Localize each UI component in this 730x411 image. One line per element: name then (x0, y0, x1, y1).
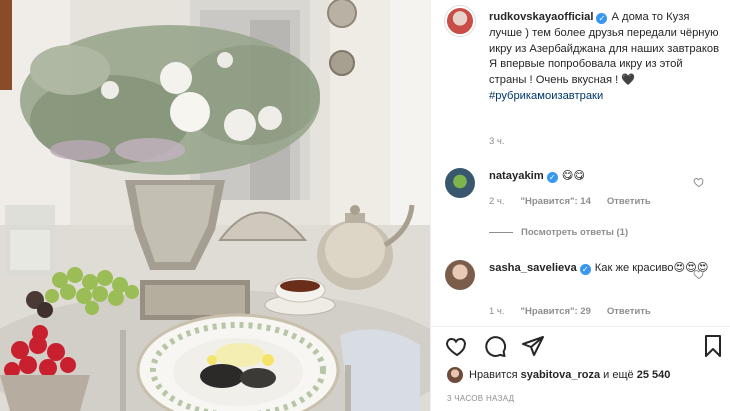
comment-2-meta: 1 ч. "Нравится": 29 Ответить (489, 306, 651, 317)
comment-1-likes[interactable]: "Нравится": 14 (521, 196, 591, 207)
caption-text-2: Я впервые попробовала икру из этой стран… (489, 58, 683, 87)
comment-1-text: 😋😋 (561, 170, 586, 182)
verified-badge-icon: ✓ (579, 264, 591, 275)
post-time: 3 ч. (489, 136, 505, 147)
replies-divider-line (489, 232, 513, 233)
comment-1-time: 2 ч. (489, 196, 505, 207)
post-caption: rudkovskayaofficial ✓ А дома то Кузя лучше… (489, 10, 721, 105)
verified-badge-icon: ✓ (596, 13, 608, 24)
posted-ago: 3 ЧАСОВ НАЗАД (447, 394, 515, 403)
hashtag-link[interactable]: #рубрикамоизавтраки (489, 90, 603, 102)
actions-divider (431, 326, 730, 327)
likes-summary[interactable]: Нравится syabitova_roza и ещё 25 540 (447, 367, 670, 383)
heart-icon[interactable] (445, 334, 469, 358)
author-avatar[interactable] (445, 6, 475, 36)
post-side-panel: rudkovskayaofficial ✓ А дома то Кузя лучше… (430, 0, 730, 411)
view-replies-label: Посмотреть ответы (1) (521, 227, 629, 238)
liked-by-user[interactable]: syabitova_roza (521, 369, 600, 381)
comment-2-username[interactable]: sasha_savelieva (489, 262, 577, 274)
author-username[interactable]: rudkovskayaofficial (489, 11, 593, 23)
liked-by-count[interactable]: 25 540 (637, 369, 671, 381)
liker-avatar (447, 367, 463, 383)
comment-2-like-heart-icon[interactable] (693, 268, 705, 280)
comment-2-likes[interactable]: "Нравится": 29 (521, 306, 591, 317)
post-photo[interactable] (0, 0, 430, 411)
verified-badge-icon: ✓ (546, 172, 558, 183)
liked-by-prefix: Нравится (469, 369, 518, 381)
comment-2-text: Как же красиво😍😍😍 (594, 262, 709, 274)
comment-2-time: 1 ч. (489, 306, 505, 317)
action-bar (445, 334, 729, 360)
liked-by-suffix: и ещё (603, 369, 634, 381)
comment-icon[interactable] (483, 334, 507, 358)
comment-1-reply-button[interactable]: Ответить (607, 196, 651, 207)
view-replies-button[interactable]: Посмотреть ответы (1) (489, 227, 628, 238)
breakfast-table-photo (0, 0, 430, 411)
commenter-avatar[interactable] (445, 168, 475, 198)
comment-2-reply-button[interactable]: Ответить (607, 306, 651, 317)
bookmark-icon[interactable] (701, 334, 725, 358)
comment-2: sasha_savelieva ✓ Как же красиво😍😍😍 (489, 261, 709, 276)
commenter-avatar[interactable] (445, 260, 475, 290)
paper-plane-icon[interactable] (521, 334, 545, 358)
comment-1: natayakim ✓ 😋😋 (489, 169, 585, 184)
comment-1-username[interactable]: natayakim (489, 170, 544, 182)
comment-1-like-heart-icon[interactable] (693, 176, 705, 188)
comment-1-meta: 2 ч. "Нравится": 14 Ответить (489, 196, 651, 207)
